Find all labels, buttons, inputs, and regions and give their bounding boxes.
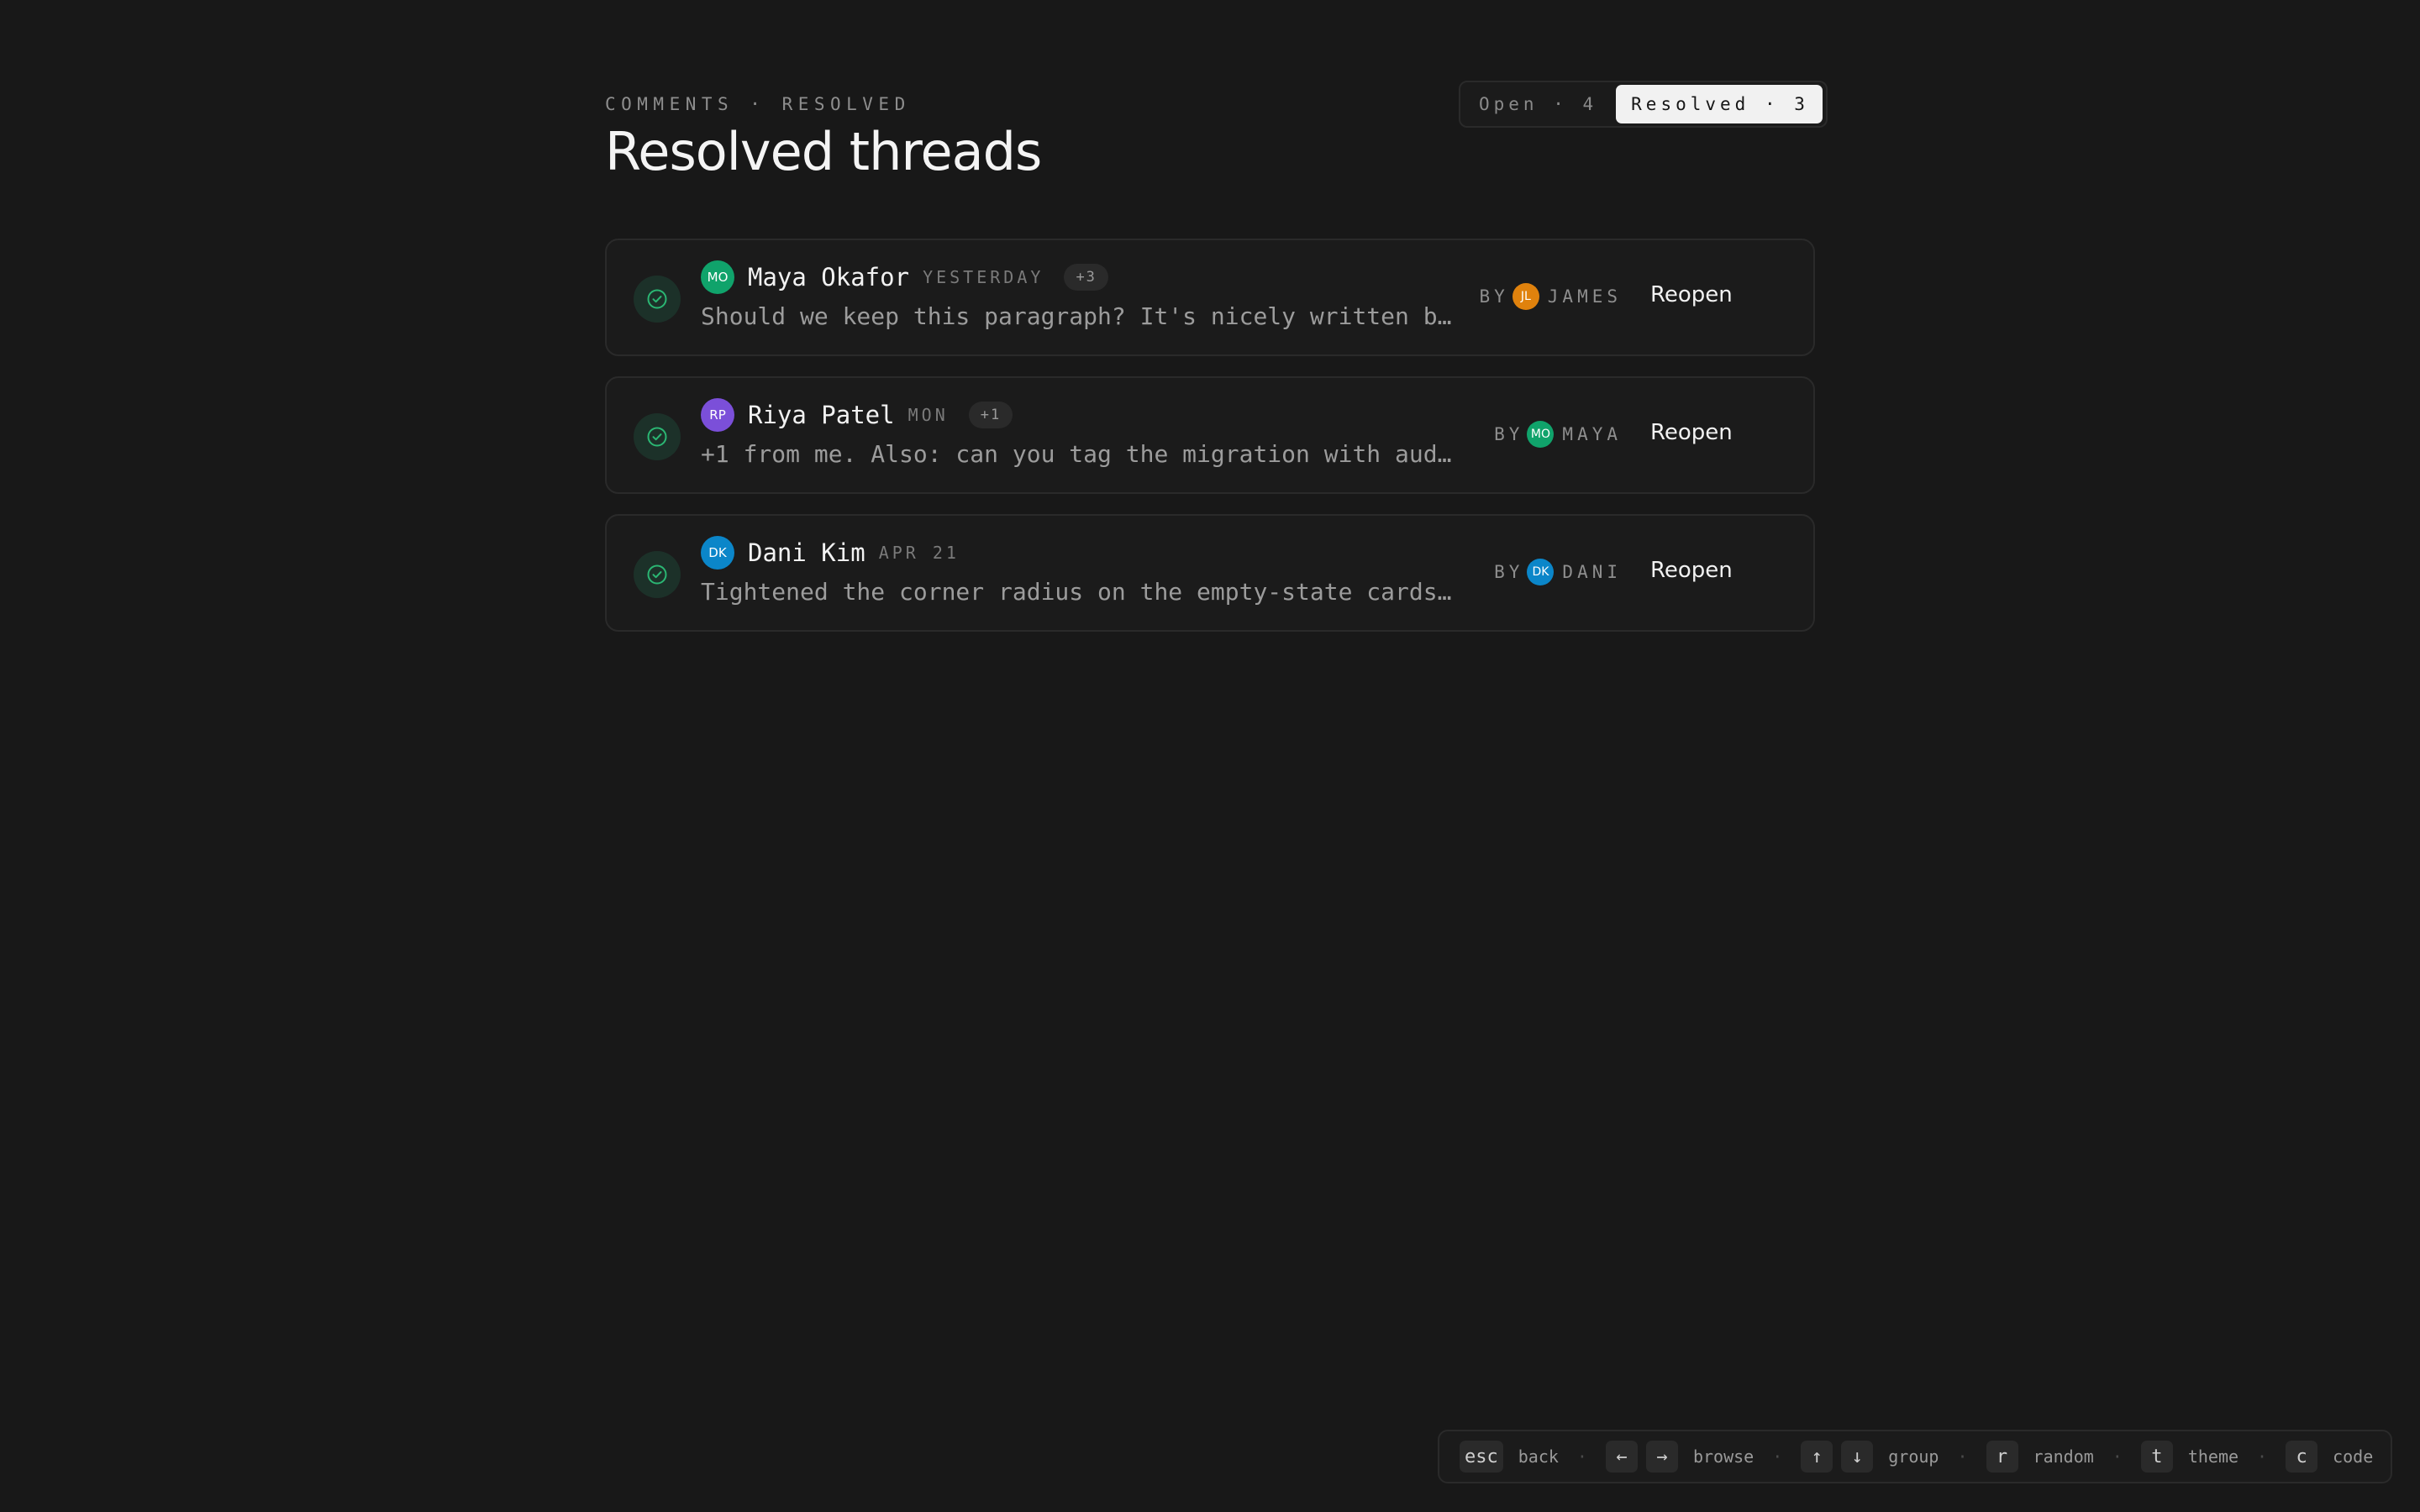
thread-card[interactable]: RP Riya Patel MON +1 +1 from me. Also: c…: [605, 376, 1815, 494]
comment-snippet: +1 from me. Also: can you tag the migrat…: [701, 440, 1457, 468]
resolver-name: MAYA: [1562, 424, 1622, 444]
separator: ·: [1957, 1446, 1968, 1467]
t-key[interactable]: t: [2140, 1441, 2173, 1473]
reopen-button[interactable]: Reopen: [1650, 558, 1733, 583]
timestamp: MON: [908, 405, 949, 425]
thread-list: MO Maya Okafor YESTERDAY +3 Should we ke…: [605, 239, 1815, 652]
tab-resolved[interactable]: Resolved · 3: [1616, 85, 1823, 123]
comment-snippet: Tightened the corner radius on the empty…: [701, 578, 1457, 606]
reply-count-badge: +3: [1064, 264, 1108, 291]
thread-card[interactable]: DK Dani Kim APR 21 Tightened the corner …: [605, 514, 1815, 632]
resolved-by-label: BY: [1479, 286, 1509, 307]
timestamp: APR 21: [878, 543, 960, 563]
arrow-right-key[interactable]: →: [1645, 1441, 1678, 1473]
avatar: MO: [701, 260, 734, 294]
resolved-by-label: BY: [1494, 424, 1524, 444]
resolved-by: BY MO MAYA: [1494, 420, 1622, 449]
avatar: RP: [701, 398, 734, 432]
shortcut-label: code: [2333, 1446, 2374, 1467]
resolved-by: BY DK DANI: [1494, 558, 1622, 586]
author-name: Riya Patel: [748, 401, 895, 429]
thread-meta: RP Riya Patel MON +1: [701, 398, 1013, 432]
shortcut-label: browse: [1692, 1446, 1754, 1467]
r-key[interactable]: r: [1986, 1441, 2018, 1473]
reopen-button[interactable]: Reopen: [1650, 282, 1733, 307]
separator: ·: [1772, 1446, 1783, 1467]
avatar: DK: [701, 536, 734, 570]
keyboard-shortcuts-bar: esc back · ← → browse · ↑ ↓ group · r ra…: [1438, 1430, 2392, 1483]
resolved-check-icon: [634, 413, 681, 460]
page-title: Resolved threads: [605, 121, 1042, 182]
thread-meta: MO Maya Okafor YESTERDAY +3: [701, 260, 1108, 294]
resolved-check-icon: [634, 276, 681, 323]
resolver-avatar: JL: [1512, 283, 1539, 310]
resolver-avatar: DK: [1527, 559, 1555, 585]
comment-snippet: Should we keep this paragraph? It's nice…: [701, 302, 1457, 330]
shortcut-label: theme: [2187, 1446, 2239, 1467]
resolver-name: JAMES: [1547, 286, 1622, 307]
shortcut-label: back: [1518, 1446, 1559, 1467]
separator: ·: [1576, 1446, 1587, 1467]
arrow-left-key[interactable]: ←: [1605, 1441, 1638, 1473]
timestamp: YESTERDAY: [923, 267, 1044, 287]
author-name: Dani Kim: [748, 538, 865, 567]
thread-meta: DK Dani Kim APR 21: [701, 536, 960, 570]
resolved-check-icon: [634, 551, 681, 598]
thread-filter-toggle: Open · 4 Resolved · 3: [1459, 81, 1828, 128]
esc-key[interactable]: esc: [1460, 1441, 1503, 1473]
c-key[interactable]: c: [2286, 1441, 2318, 1473]
thread-card[interactable]: MO Maya Okafor YESTERDAY +3 Should we ke…: [605, 239, 1815, 356]
resolver-name: DANI: [1562, 562, 1622, 582]
shortcut-label: random: [2033, 1446, 2094, 1467]
separator: ·: [2112, 1446, 2123, 1467]
author-name: Maya Okafor: [748, 263, 910, 291]
separator: ·: [2257, 1446, 2268, 1467]
breadcrumb: COMMENTS · RESOLVED: [605, 94, 911, 114]
resolved-by: BY JL JAMES: [1479, 282, 1622, 311]
tab-open[interactable]: Open · 4: [1464, 85, 1611, 123]
resolver-avatar: MO: [1527, 421, 1555, 448]
reply-count-badge: +1: [968, 402, 1013, 428]
arrow-up-key[interactable]: ↑: [1801, 1441, 1833, 1473]
shortcut-label: group: [1888, 1446, 1939, 1467]
reopen-button[interactable]: Reopen: [1650, 420, 1733, 445]
arrow-down-key[interactable]: ↓: [1841, 1441, 1874, 1473]
resolved-by-label: BY: [1494, 562, 1524, 582]
